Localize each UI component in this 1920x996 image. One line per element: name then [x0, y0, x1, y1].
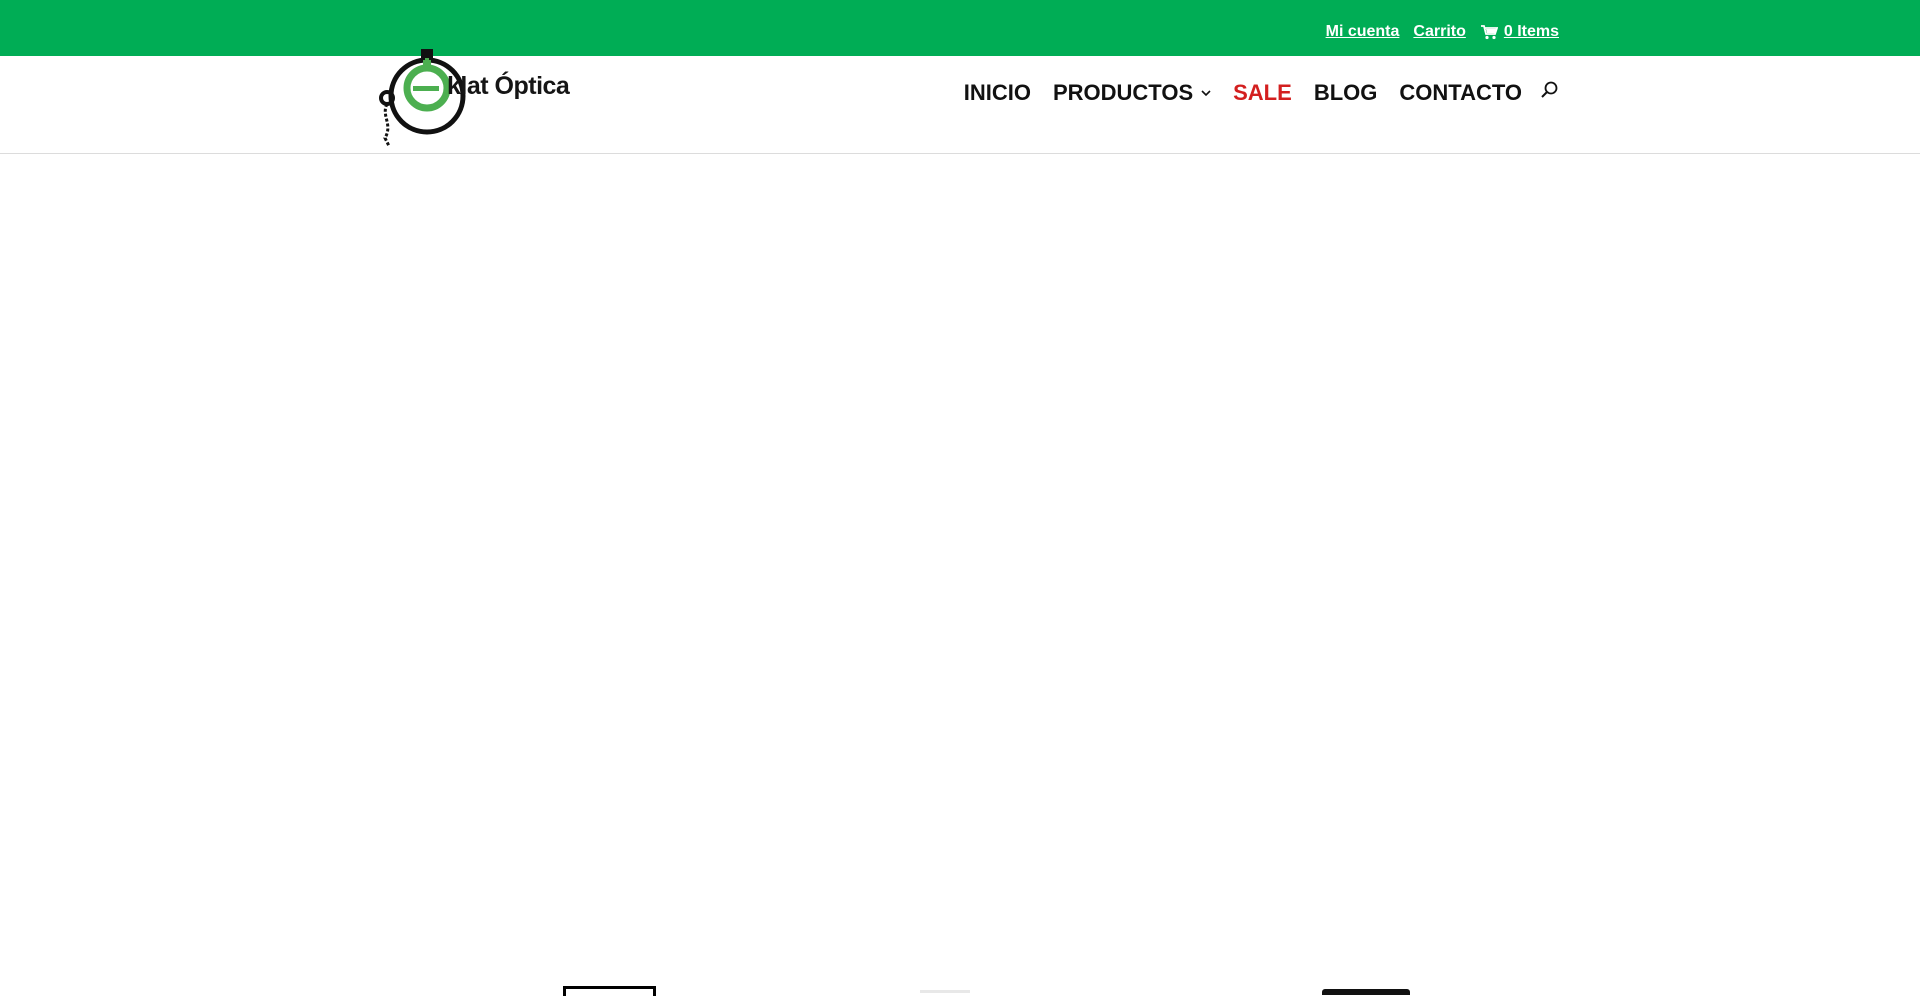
cart-items-count[interactable]: 0 Items	[1504, 23, 1559, 41]
product-image-partial	[563, 986, 656, 996]
nav-contacto-label: CONTACTO	[1399, 80, 1522, 105]
nav-contacto[interactable]: CONTACTO	[1399, 80, 1522, 106]
main-nav: INICIO PRODUCTOS SALE BLOG CONTACTO	[964, 80, 1522, 106]
site-header: klat Óptica INICIO PRODUCTOS SALE BLOG C…	[0, 49, 1920, 154]
nav-sale[interactable]: SALE	[1233, 80, 1292, 106]
search-icon[interactable]	[1539, 80, 1559, 100]
cart-icon	[1480, 25, 1498, 40]
cart-link[interactable]: Carrito	[1413, 23, 1465, 41]
nav-blog[interactable]: BLOG	[1314, 80, 1378, 106]
top-bar: Mi cuenta Carrito 0 Items	[0, 0, 1920, 56]
nav-productos[interactable]: PRODUCTOS	[1053, 80, 1211, 106]
product-image-partial	[1322, 989, 1410, 995]
nav-inicio-label: INICIO	[963, 80, 1031, 105]
nav-blog-label: BLOG	[1313, 80, 1378, 105]
content-preview	[0, 975, 1920, 996]
cart-items-link[interactable]: 0 Items	[1480, 23, 1559, 41]
nav-inicio[interactable]: INICIO	[964, 80, 1031, 106]
my-account-link[interactable]: Mi cuenta	[1326, 23, 1400, 41]
nav-sale-label: SALE	[1233, 80, 1292, 105]
logo-text: klat Óptica	[447, 72, 570, 100]
site-logo[interactable]: klat Óptica	[377, 46, 572, 147]
chevron-down-icon	[1201, 90, 1211, 97]
nav-productos-label: PRODUCTOS	[1052, 80, 1194, 105]
top-links: Mi cuenta Carrito 0 Items	[1326, 23, 1559, 41]
